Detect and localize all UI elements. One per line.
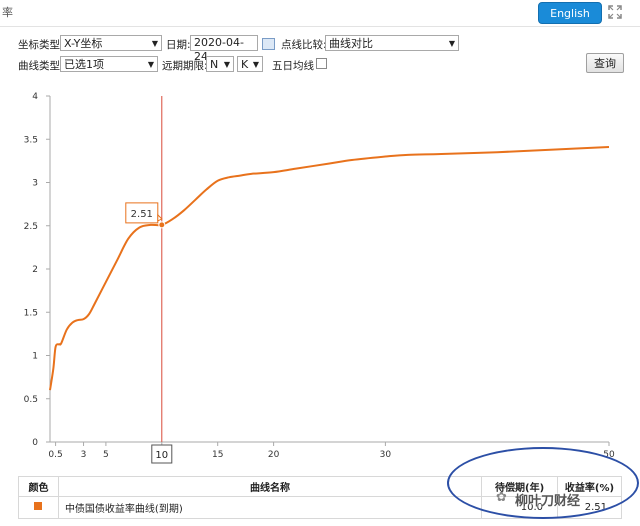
- controls-row-2: 曲线类型: 已选1项 ▼ 远期期限: N ▼ K ▼ 五日均线: [0, 55, 640, 75]
- x-tick-label: 3: [81, 450, 87, 460]
- compare-label: 点线比较:: [281, 39, 327, 51]
- y-tick-label: 1.5: [24, 308, 38, 318]
- watermark-text: 柳叶刀财经: [515, 494, 581, 509]
- highlight-point: [158, 221, 166, 229]
- period-label: 远期期限:: [162, 60, 208, 72]
- five-day-checkbox[interactable]: [316, 58, 327, 69]
- tooltip-pointer: [157, 213, 163, 222]
- calendar-icon[interactable]: [262, 38, 275, 50]
- x-marker-label: 10: [155, 450, 168, 461]
- y-tick-label: 4: [32, 92, 38, 102]
- y-tick-label: 1: [32, 352, 38, 362]
- x-tick-label: 50: [603, 450, 615, 460]
- date-label: 日期:: [166, 39, 191, 51]
- curve-type-label: 曲线类型:: [18, 60, 64, 72]
- y-tick-label: 0.5: [24, 395, 38, 405]
- window-title: 率: [2, 6, 13, 19]
- period-k-value: K: [241, 58, 249, 71]
- coord-type-select[interactable]: X-Y坐标 ▼: [60, 35, 162, 51]
- curve-type-value: 已选1项: [64, 58, 104, 71]
- expand-arrows-icon[interactable]: [606, 3, 624, 21]
- query-button[interactable]: 查询: [586, 53, 624, 73]
- y-tick-label: 3.5: [24, 135, 38, 145]
- period-n-select[interactable]: N ▼: [206, 56, 234, 72]
- yield-curve-chart[interactable]: 0 0.5 1 1.5 2 2.5 3 3.5 4 0.5 3 5 15 20 30 50 2.51 10: [0, 80, 640, 470]
- title-bar: 率 English: [0, 0, 640, 27]
- compare-value: 曲线对比: [329, 37, 373, 50]
- wechat-icon: ✿: [496, 490, 507, 505]
- curve-name-cell: 中债国债收益率曲线(到期): [57, 496, 483, 519]
- date-input[interactable]: 2020-04-24: [190, 35, 258, 63]
- color-cell: [18, 496, 59, 519]
- dropdown-arrow-icon: ▼: [223, 60, 230, 69]
- x-tick-label: 5: [103, 450, 109, 460]
- x-tick-label: 15: [212, 450, 223, 460]
- period-k-select[interactable]: K ▼: [237, 56, 263, 72]
- y-tick-label: 0: [32, 438, 38, 448]
- x-tick-label: 30: [380, 450, 392, 460]
- y-tick-label: 2: [32, 265, 38, 275]
- col-header-color: 颜色: [18, 476, 59, 497]
- y-tick-label: 3: [32, 179, 38, 189]
- color-swatch: [34, 502, 43, 510]
- dropdown-arrow-icon: ▼: [151, 39, 158, 48]
- series-line: [49, 146, 610, 391]
- x-tick-label: 0.5: [48, 450, 62, 460]
- english-button[interactable]: English: [538, 2, 602, 24]
- compare-select[interactable]: 曲线对比 ▼: [325, 35, 459, 51]
- curve-type-select[interactable]: 已选1项 ▼: [60, 56, 158, 72]
- dropdown-arrow-icon: ▼: [147, 60, 154, 69]
- period-n-value: N: [210, 58, 219, 71]
- dropdown-arrow-icon: ▼: [448, 39, 455, 48]
- dropdown-arrow-icon: ▼: [252, 60, 259, 69]
- x-tick-label: 20: [268, 450, 280, 460]
- five-day-label: 五日均线: [272, 60, 314, 72]
- coord-type-label: 坐标类型:: [18, 39, 64, 51]
- controls-row-1: 坐标类型: X-Y坐标 ▼ 日期: 2020-04-24 点线比较: 曲线对比 …: [0, 34, 640, 63]
- y-tick-label: 2.5: [24, 222, 38, 232]
- tooltip-value: 2.51: [131, 209, 153, 220]
- col-header-name: 曲线名称: [57, 476, 483, 497]
- coord-type-value: X-Y坐标: [64, 37, 103, 50]
